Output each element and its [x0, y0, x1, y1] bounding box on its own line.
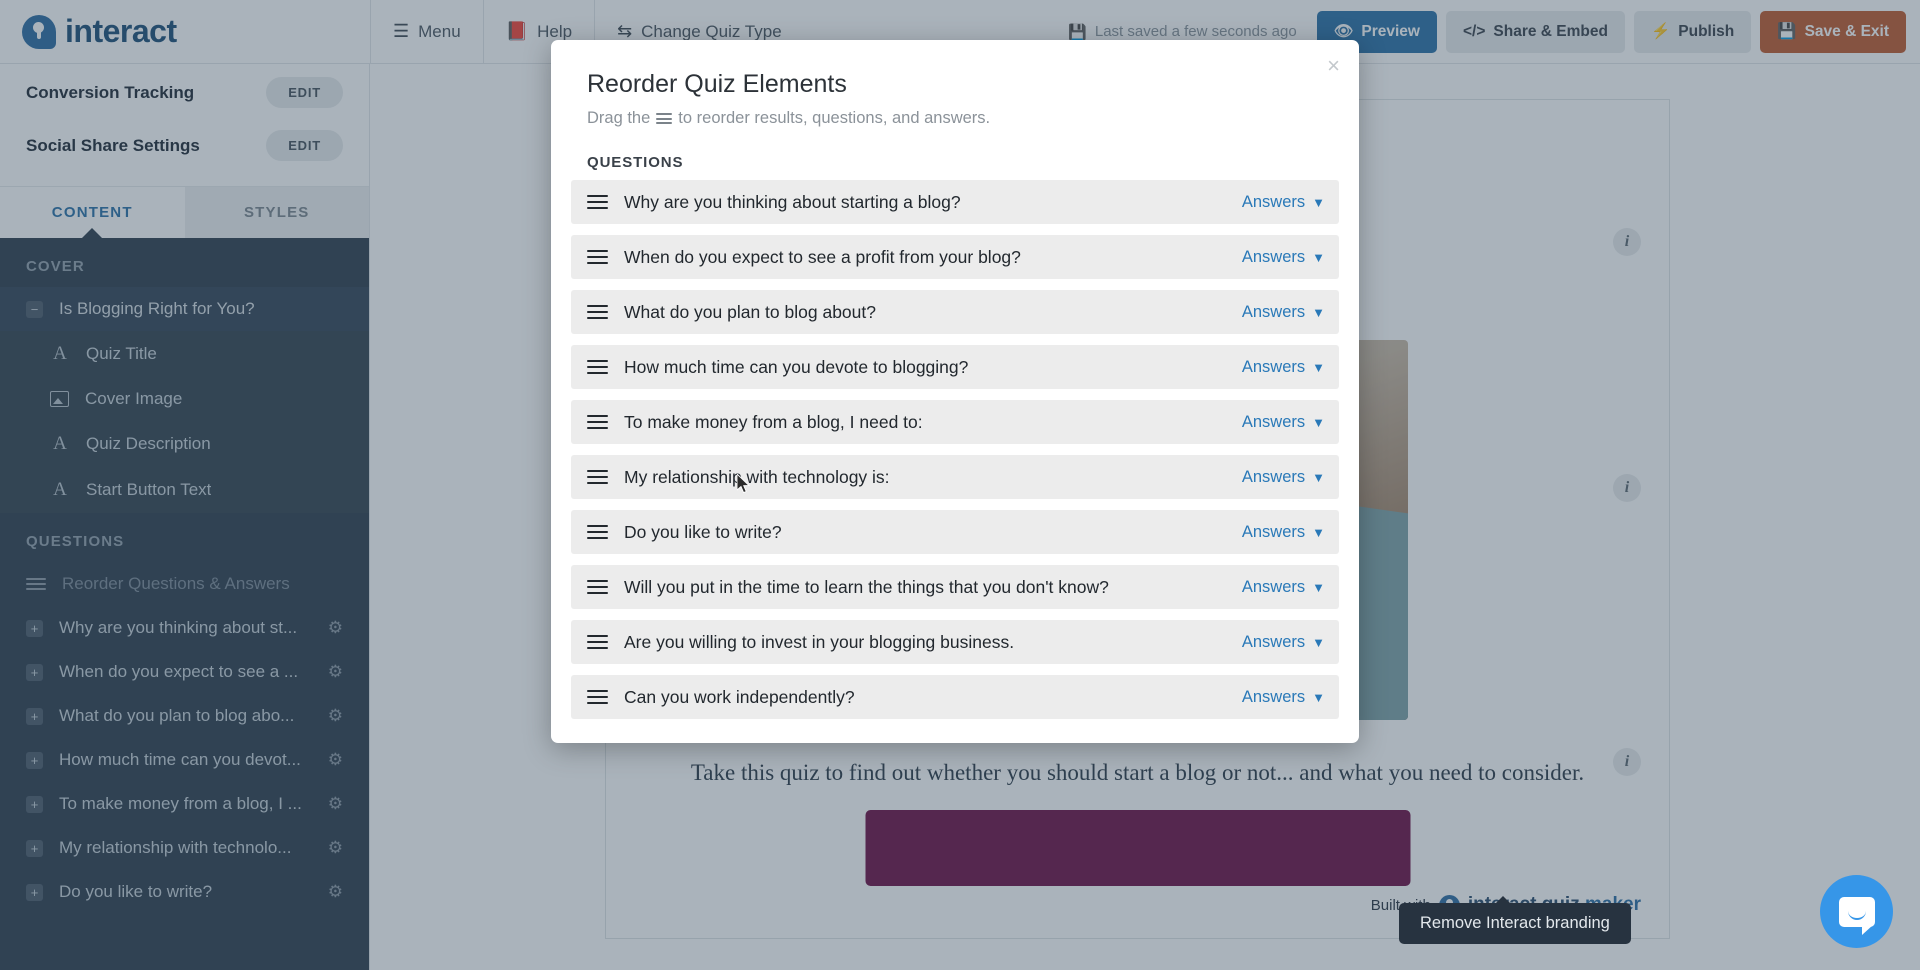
drag-handle-icon[interactable]	[587, 634, 608, 650]
chevron-down-icon: ▼	[1312, 304, 1325, 320]
chevron-down-icon: ▼	[1312, 634, 1325, 650]
modal-subtitle: Drag the to reorder results, questions, …	[551, 99, 1359, 128]
reorder-row[interactable]: Do you like to write? Answers ▼	[571, 510, 1339, 554]
answers-toggle[interactable]: Answers ▼	[1242, 303, 1325, 322]
drag-handle-icon[interactable]	[587, 689, 608, 705]
reorder-row[interactable]: Will you put in the time to learn the th…	[571, 565, 1339, 609]
question-text: Do you like to write?	[624, 521, 782, 542]
answers-label: Answers	[1241, 412, 1306, 431]
answers-toggle[interactable]: Answers ▼	[1242, 523, 1325, 542]
chevron-down-icon: ▼	[1312, 469, 1325, 485]
drag-handle-icon[interactable]	[587, 414, 608, 430]
answers-label: Answers	[1241, 357, 1306, 376]
answers-label: Answers	[1241, 577, 1306, 596]
question-text: Can you work independently?	[624, 686, 855, 707]
answers-label: Answers	[1241, 632, 1306, 651]
answers-toggle[interactable]: Answers ▼	[1242, 688, 1325, 707]
answers-label: Answers	[1241, 302, 1306, 321]
answers-toggle[interactable]: Answers ▼	[1242, 248, 1325, 267]
answers-toggle[interactable]: Answers ▼	[1242, 358, 1325, 377]
drag-handle-icon[interactable]	[587, 304, 608, 320]
answers-toggle[interactable]: Answers ▼	[1242, 413, 1325, 432]
modal-subtitle-before: Drag the	[587, 109, 651, 127]
answers-toggle[interactable]: Answers ▼	[1242, 578, 1325, 597]
question-text: Are you willing to invest in your bloggi…	[624, 631, 1015, 652]
chevron-down-icon: ▼	[1312, 579, 1325, 595]
answers-label: Answers	[1241, 192, 1306, 211]
chevron-down-icon: ▼	[1312, 689, 1325, 705]
reorder-row[interactable]: When do you expect to see a profit from …	[571, 235, 1339, 279]
modal-title: Reorder Quiz Elements	[587, 70, 847, 98]
remove-branding-tooltip: Remove Interact branding	[1399, 896, 1631, 944]
chat-icon	[1838, 896, 1875, 935]
answers-label: Answers	[1241, 687, 1306, 706]
question-reorder-list: Why are you thinking about starting a bl…	[551, 180, 1359, 719]
hamburger-icon	[656, 113, 673, 124]
close-icon[interactable]: ×	[1327, 55, 1340, 77]
modal-subtitle-after: to reorder results, questions, and answe…	[678, 109, 991, 127]
reorder-row[interactable]: Can you work independently? Answers ▼	[571, 675, 1339, 719]
question-text: What do you plan to blog about?	[624, 301, 876, 322]
chevron-down-icon: ▼	[1312, 359, 1325, 375]
reorder-row[interactable]: What do you plan to blog about? Answers …	[571, 290, 1339, 334]
chevron-down-icon: ▼	[1312, 194, 1325, 210]
drag-handle-icon[interactable]	[587, 579, 608, 595]
answers-label: Answers	[1241, 247, 1306, 266]
reorder-quiz-elements-modal: × Reorder Quiz Elements Drag the to reor…	[551, 40, 1359, 743]
drag-handle-icon[interactable]	[587, 524, 608, 540]
drag-handle-icon[interactable]	[587, 194, 608, 210]
answers-toggle[interactable]: Answers ▼	[1242, 193, 1325, 212]
reorder-row[interactable]: How much time can you devote to blogging…	[571, 345, 1339, 389]
question-text: To make money from a blog, I need to:	[624, 411, 923, 432]
reorder-row[interactable]: Why are you thinking about starting a bl…	[571, 180, 1339, 224]
question-text: How much time can you devote to blogging…	[624, 356, 969, 377]
modal-section-questions: QUESTIONS	[587, 154, 684, 171]
drag-handle-icon[interactable]	[587, 469, 608, 485]
answers-label: Answers	[1241, 467, 1306, 486]
app-root: interact ☰ Menu 📕 Help ⇆ Change Quiz Typ…	[0, 0, 1920, 970]
chevron-down-icon: ▼	[1312, 414, 1325, 430]
chevron-down-icon: ▼	[1312, 249, 1325, 265]
question-text: Why are you thinking about starting a bl…	[624, 191, 961, 212]
drag-handle-icon[interactable]	[587, 249, 608, 265]
chevron-down-icon: ▼	[1312, 524, 1325, 540]
reorder-row[interactable]: To make money from a blog, I need to: An…	[571, 400, 1339, 444]
answers-label: Answers	[1241, 522, 1306, 541]
answers-toggle[interactable]: Answers ▼	[1242, 633, 1325, 652]
mouse-cursor	[737, 474, 751, 494]
question-text: Will you put in the time to learn the th…	[624, 576, 1109, 597]
chat-bubble-button[interactable]	[1820, 875, 1893, 948]
reorder-row[interactable]: Are you willing to invest in your bloggi…	[571, 620, 1339, 664]
answers-toggle[interactable]: Answers ▼	[1242, 468, 1325, 487]
question-text: My relationship with technology is:	[624, 466, 890, 487]
question-text: When do you expect to see a profit from …	[624, 246, 1021, 267]
reorder-row[interactable]: My relationship with technology is: Answ…	[571, 455, 1339, 499]
drag-handle-icon[interactable]	[587, 359, 608, 375]
